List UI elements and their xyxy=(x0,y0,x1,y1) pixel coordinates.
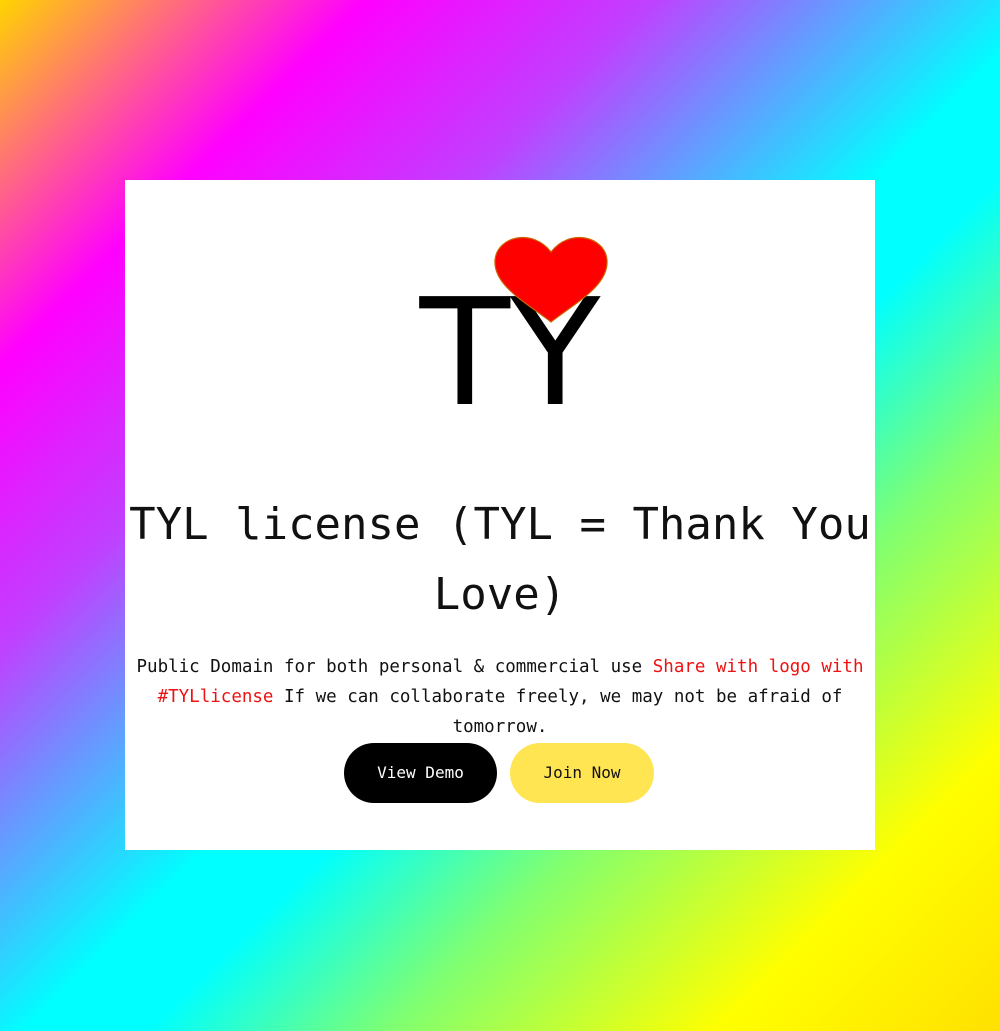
join-now-button[interactable]: Join Now xyxy=(510,743,654,803)
description-text-2: If we can collaborate freely, we may not… xyxy=(273,687,843,737)
license-description: Public Domain for both personal & commer… xyxy=(125,652,875,742)
tyl-logo: TY xyxy=(405,226,615,416)
description-text-1: Public Domain for both personal & commer… xyxy=(136,657,653,677)
view-demo-button[interactable]: View Demo xyxy=(344,743,497,803)
page-title: TYL license (TYL = Thank You Love) xyxy=(129,499,871,620)
